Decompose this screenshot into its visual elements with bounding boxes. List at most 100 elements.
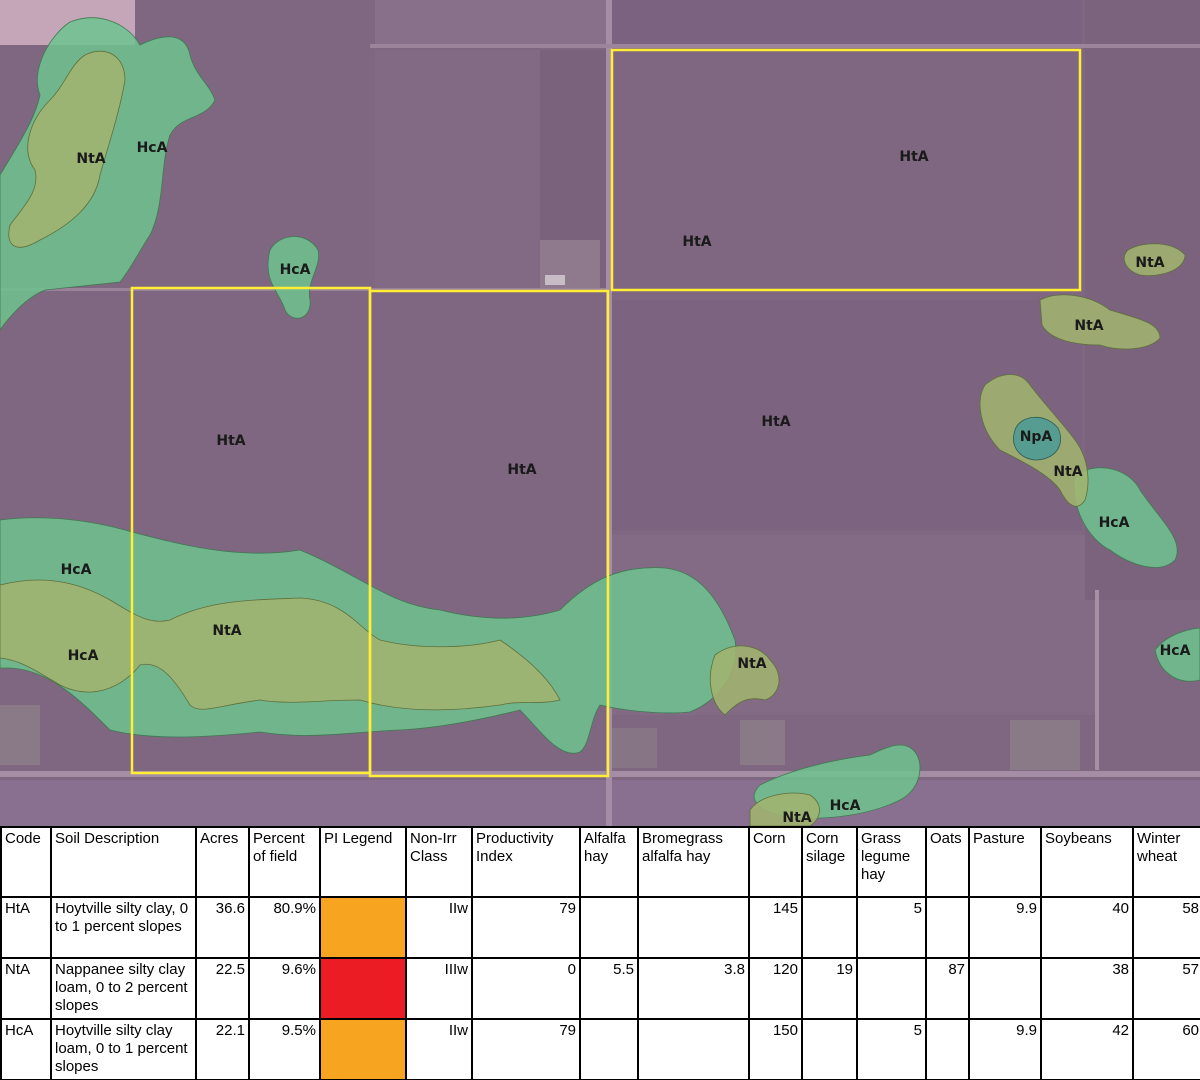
soil-label: NtA: [212, 623, 241, 639]
table-header-row: Code Soil Description Acres Percent of f…: [0, 826, 1200, 898]
cell-acres: 22.1: [195, 1018, 250, 1080]
col-header-corn: Corn: [748, 826, 803, 898]
cell-soybeans: 42: [1040, 1018, 1134, 1080]
cell-bromegrass-alfalfa-hay: [637, 1018, 750, 1080]
cell-corn: 145: [748, 896, 803, 959]
cell-pasture: [968, 957, 1042, 1020]
soil-label: HcA: [830, 798, 861, 814]
farmstead: [740, 720, 785, 765]
col-header-winter-wheat: Winter wheat: [1132, 826, 1200, 898]
soil-map[interactable]: NtA HcA HcA HtA HtA NtA NtA HtA HtA HtA …: [0, 0, 1200, 826]
cell-pasture: 9.9: [968, 896, 1042, 959]
col-header-oats: Oats: [925, 826, 970, 898]
cell-corn-silage: 19: [801, 957, 858, 1020]
cell-description: Nappanee silty clay loam, 0 to 2 percent…: [50, 957, 197, 1020]
soil-label: NtA: [1074, 318, 1103, 334]
farm-building: [545, 275, 565, 285]
col-header-soybeans: Soybeans: [1040, 826, 1134, 898]
cell-description: Hoytville silty clay, 0 to 1 percent slo…: [50, 896, 197, 959]
soil-label: NtA: [737, 656, 766, 672]
soil-label: HcA: [1160, 643, 1191, 659]
col-header-corn-silage: Corn silage: [801, 826, 858, 898]
soil-label: HcA: [68, 648, 99, 664]
soil-label: HcA: [280, 262, 311, 278]
table-row: HtA Hoytville silty clay, 0 to 1 percent…: [0, 896, 1200, 959]
cell-code: HcA: [0, 1018, 52, 1080]
cell-grass-legume-hay: 5: [856, 896, 927, 959]
cell-grass-legume-hay: 5: [856, 1018, 927, 1080]
cell-pasture: 9.9: [968, 1018, 1042, 1080]
col-header-pasture: Pasture: [968, 826, 1042, 898]
cell-oats: [925, 1018, 970, 1080]
cell-class: IIw: [405, 1018, 473, 1080]
farmstead: [0, 705, 40, 765]
cell-corn: 120: [748, 957, 803, 1020]
cell-pi-legend: [319, 1018, 407, 1080]
farmstead: [612, 728, 657, 768]
soil-label: HtA: [899, 149, 928, 165]
soil-label: NtA: [782, 810, 811, 826]
table-row: HcA Hoytville silty clay loam, 0 to 1 pe…: [0, 1018, 1200, 1080]
cell-code: NtA: [0, 957, 52, 1020]
cell-corn-silage: [801, 1018, 858, 1080]
cell-class: IIIw: [405, 957, 473, 1020]
col-header-productivity-index: Productivity Index: [471, 826, 581, 898]
cell-bromegrass-alfalfa-hay: 3.8: [637, 957, 750, 1020]
soil-label: HcA: [137, 140, 168, 156]
soil-label: HtA: [682, 234, 711, 250]
soil-table: Code Soil Description Acres Percent of f…: [0, 826, 1200, 1080]
soil-map-canvas: NtA HcA HcA HtA HtA NtA NtA HtA HtA HtA …: [0, 0, 1200, 826]
col-header-pi-legend: PI Legend: [319, 826, 407, 898]
pi-legend-swatch: [322, 899, 404, 956]
soil-label: HcA: [1099, 515, 1130, 531]
col-header-soil-description: Soil Description: [50, 826, 197, 898]
cell-productivity-index: 79: [471, 896, 581, 959]
col-header-non-irr-class: Non-Irr Class: [405, 826, 473, 898]
cell-corn-silage: [801, 896, 858, 959]
col-header-alfalfa-hay: Alfalfa hay: [579, 826, 639, 898]
cell-grass-legume-hay: [856, 957, 927, 1020]
cell-winter-wheat: 60: [1132, 1018, 1200, 1080]
cell-percent: 9.5%: [248, 1018, 321, 1080]
field-lane: [1095, 590, 1099, 770]
col-header-acres: Acres: [195, 826, 250, 898]
farmstead: [1010, 720, 1080, 770]
col-header-bromegrass-alfalfa-hay: Bromegrass alfalfa hay: [637, 826, 750, 898]
parcel: [612, 0, 1082, 45]
soil-label: HcA: [61, 562, 92, 578]
road-north: [370, 44, 1200, 48]
soil-label: NpA: [1020, 429, 1053, 445]
cell-alfalfa-hay: [579, 1018, 639, 1080]
soil-label: HtA: [507, 462, 536, 478]
pi-legend-swatch: [322, 1021, 404, 1078]
cell-alfalfa-hay: [579, 896, 639, 959]
cell-productivity-index: 0: [471, 957, 581, 1020]
cell-soybeans: 38: [1040, 957, 1134, 1020]
cell-alfalfa-hay: 5.5: [579, 957, 639, 1020]
soil-table-container: Code Soil Description Acres Percent of f…: [0, 826, 1200, 1080]
cell-acres: 22.5: [195, 957, 250, 1020]
table-row: NtA Nappanee silty clay loam, 0 to 2 per…: [0, 957, 1200, 1020]
soil-label: NtA: [1135, 255, 1164, 271]
soil-label: NtA: [1053, 464, 1082, 480]
soil-label: HtA: [761, 414, 790, 430]
soil-label: NtA: [76, 151, 105, 167]
soil-label: HtA: [216, 433, 245, 449]
cell-oats: 87: [925, 957, 970, 1020]
cell-acres: 36.6: [195, 896, 250, 959]
pi-legend-swatch: [322, 960, 404, 1017]
cell-pi-legend: [319, 896, 407, 959]
cell-oats: [925, 896, 970, 959]
cell-percent: 80.9%: [248, 896, 321, 959]
cell-corn: 150: [748, 1018, 803, 1080]
parcel: [375, 0, 608, 45]
cell-description: Hoytville silty clay loam, 0 to 1 percen…: [50, 1018, 197, 1080]
cell-code: HtA: [0, 896, 52, 959]
cell-winter-wheat: 58: [1132, 896, 1200, 959]
col-header-percent-of-field: Percent of field: [248, 826, 321, 898]
cell-pi-legend: [319, 957, 407, 1020]
cell-class: IIw: [405, 896, 473, 959]
col-header-grass-legume-hay: Grass legume hay: [856, 826, 927, 898]
parcel: [0, 780, 1200, 826]
cell-productivity-index: 79: [471, 1018, 581, 1080]
